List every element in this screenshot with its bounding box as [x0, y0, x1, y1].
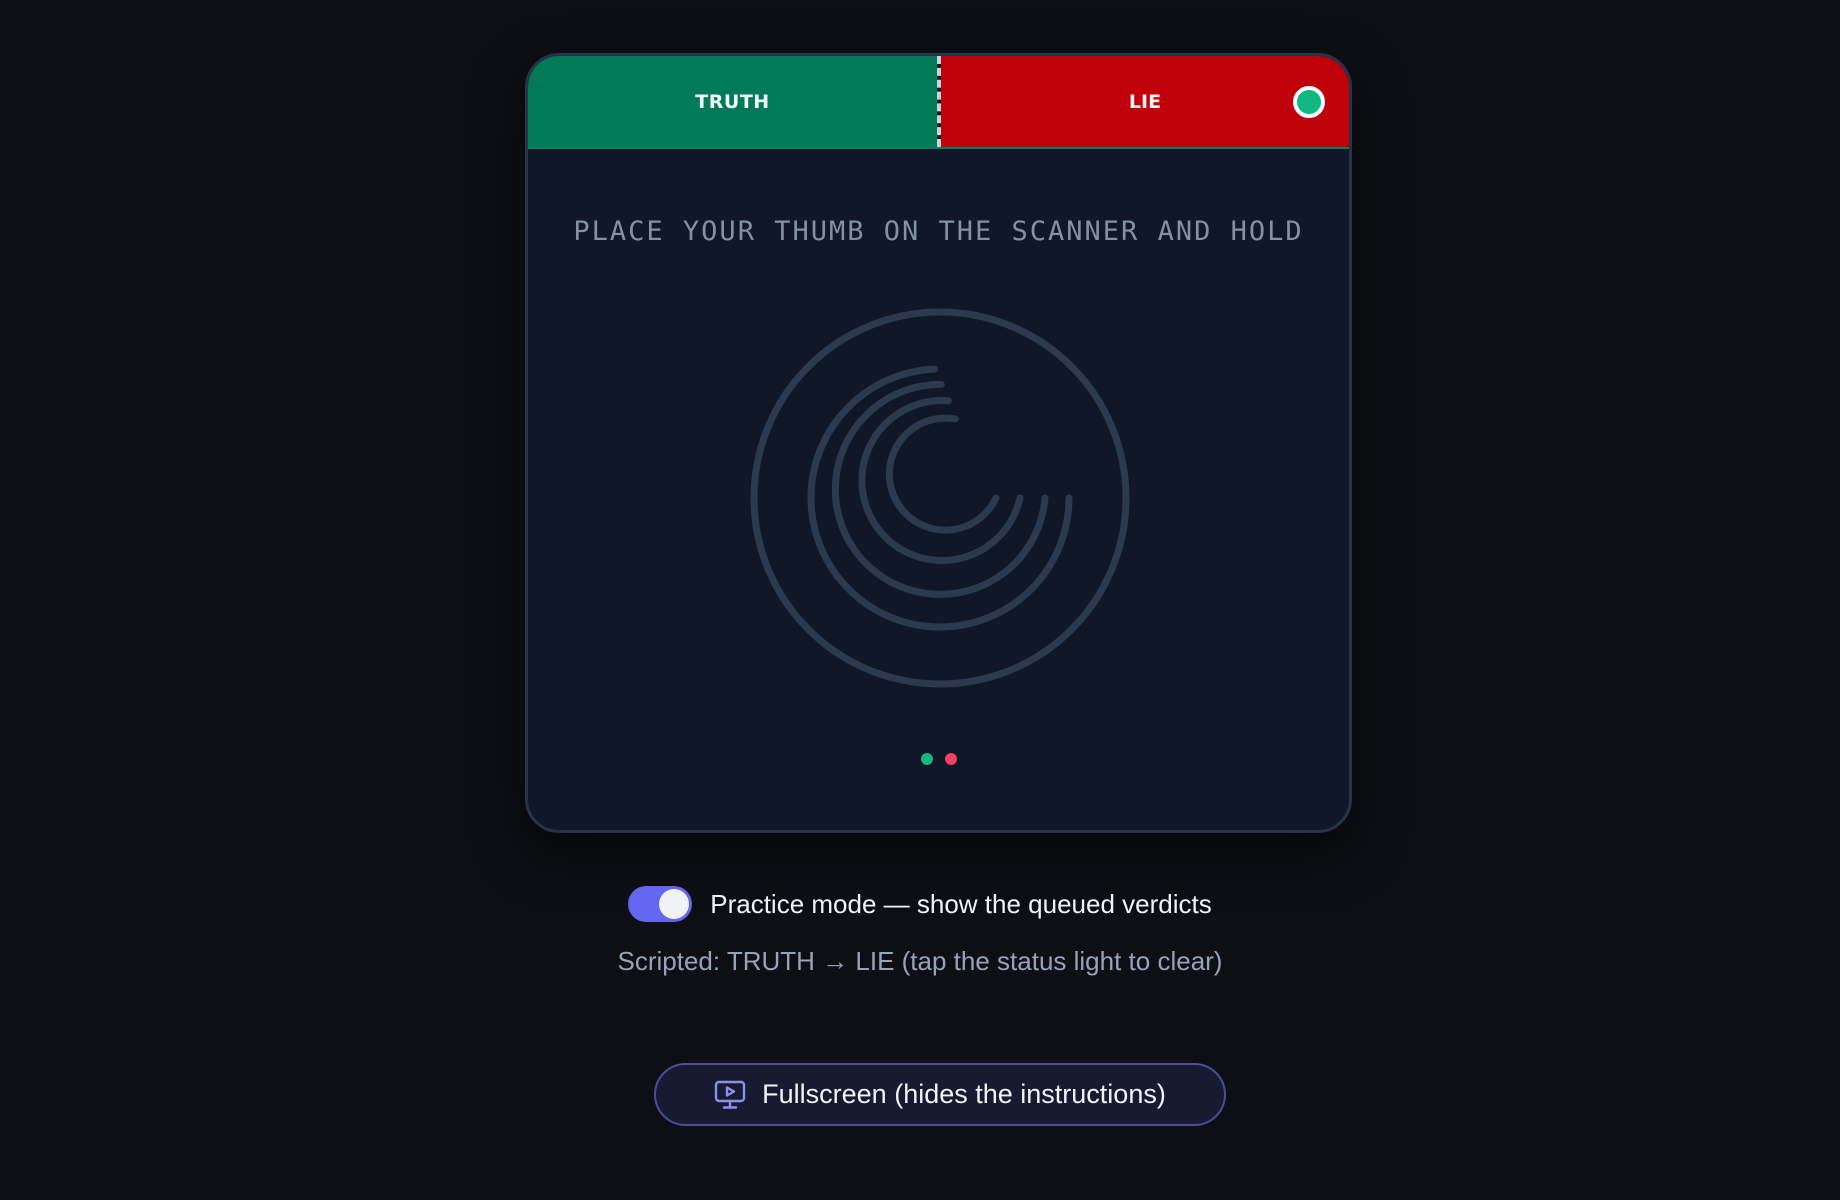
practice-mode-label: Practice mode — show the queued verdicts: [710, 888, 1212, 919]
toggle-knob: [659, 889, 690, 919]
verdict-queue-dots: [528, 753, 1349, 765]
lie-label: LIE: [1128, 90, 1162, 113]
truth-zone: TRUTH: [528, 56, 937, 147]
lie-detector-device: TRUTH LIE PLACE YOUR THUMB ON THE SCANNE…: [525, 53, 1352, 833]
truth-label: TRUTH: [695, 90, 770, 113]
practice-mode-toggle[interactable]: [628, 886, 693, 922]
queued-truth-dot: [920, 753, 933, 765]
practice-mode-row: Practice mode — show the queued verdicts: [0, 886, 1840, 922]
fullscreen-button[interactable]: Fullscreen (hides the instructions): [654, 1063, 1226, 1126]
lie-zone: LIE: [941, 56, 1349, 147]
fullscreen-label: Fullscreen (hides the instructions): [762, 1079, 1166, 1109]
fingerprint-arc-outer: [807, 365, 1073, 631]
status-light[interactable]: [1293, 85, 1325, 118]
scripted-verdicts-text: Scripted: TRUTH → LIE (tap the status li…: [617, 946, 1223, 976]
scanner-instruction: PLACE YOUR THUMB ON THE SCANNER AND HOLD: [573, 216, 1304, 247]
fingerprint-arc-inner: [885, 414, 1000, 534]
queued-lie-dot: [944, 753, 957, 765]
presentation-screen-icon: [714, 1080, 746, 1109]
fingerprint-scanner[interactable]: [748, 306, 1132, 690]
app-root: TRUTH LIE PLACE YOUR THUMB ON THE SCANNE…: [0, 0, 1840, 1200]
verdict-bar: TRUTH LIE: [528, 56, 1349, 149]
fingerprint-arc-3: [858, 397, 1024, 565]
fingerprint-icon: [750, 308, 1130, 688]
